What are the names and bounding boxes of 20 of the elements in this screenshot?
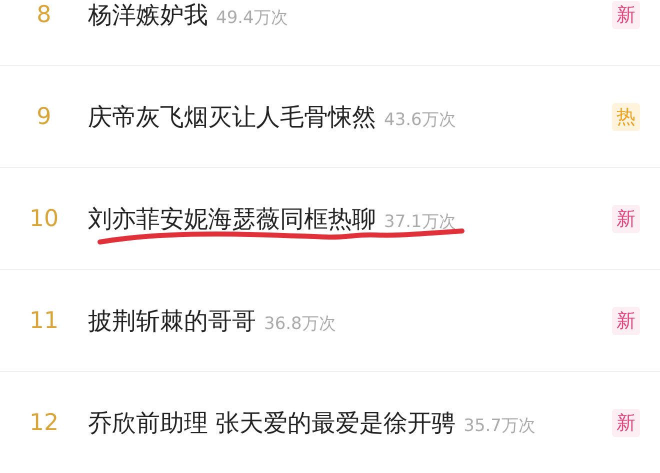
- topic-badge: 新: [612, 0, 640, 28]
- rank-number: 8: [36, 2, 52, 28]
- topic-link[interactable]: 杨洋嫉妒我: [88, 0, 208, 30]
- rank-number: 11: [28, 308, 60, 334]
- view-count: 43.6万次: [384, 108, 456, 130]
- topic-badge: 新: [612, 204, 640, 232]
- topic-link[interactable]: 披荆斩棘的哥哥: [88, 304, 256, 336]
- view-count: 35.7万次: [464, 414, 536, 436]
- rank-number: 9: [36, 104, 52, 130]
- view-count: 36.8万次: [264, 312, 336, 334]
- topic-badge: 新: [612, 306, 640, 334]
- topic-link[interactable]: 刘亦菲安妮海瑟薇同框热聊: [88, 202, 376, 234]
- rank-number: 10: [28, 206, 60, 232]
- view-count: 49.4万次: [216, 6, 288, 28]
- rank-number: 12: [28, 410, 60, 436]
- topic-badge: 热: [612, 102, 640, 130]
- view-count: 37.1万次: [384, 210, 456, 232]
- topic-link[interactable]: 庆帝灰飞烟灭让人毛骨悚然: [88, 100, 376, 132]
- topic-badge: 新: [612, 408, 640, 436]
- topic-link[interactable]: 乔欣前助理 张天爱的最爱是徐开骋: [88, 406, 456, 438]
